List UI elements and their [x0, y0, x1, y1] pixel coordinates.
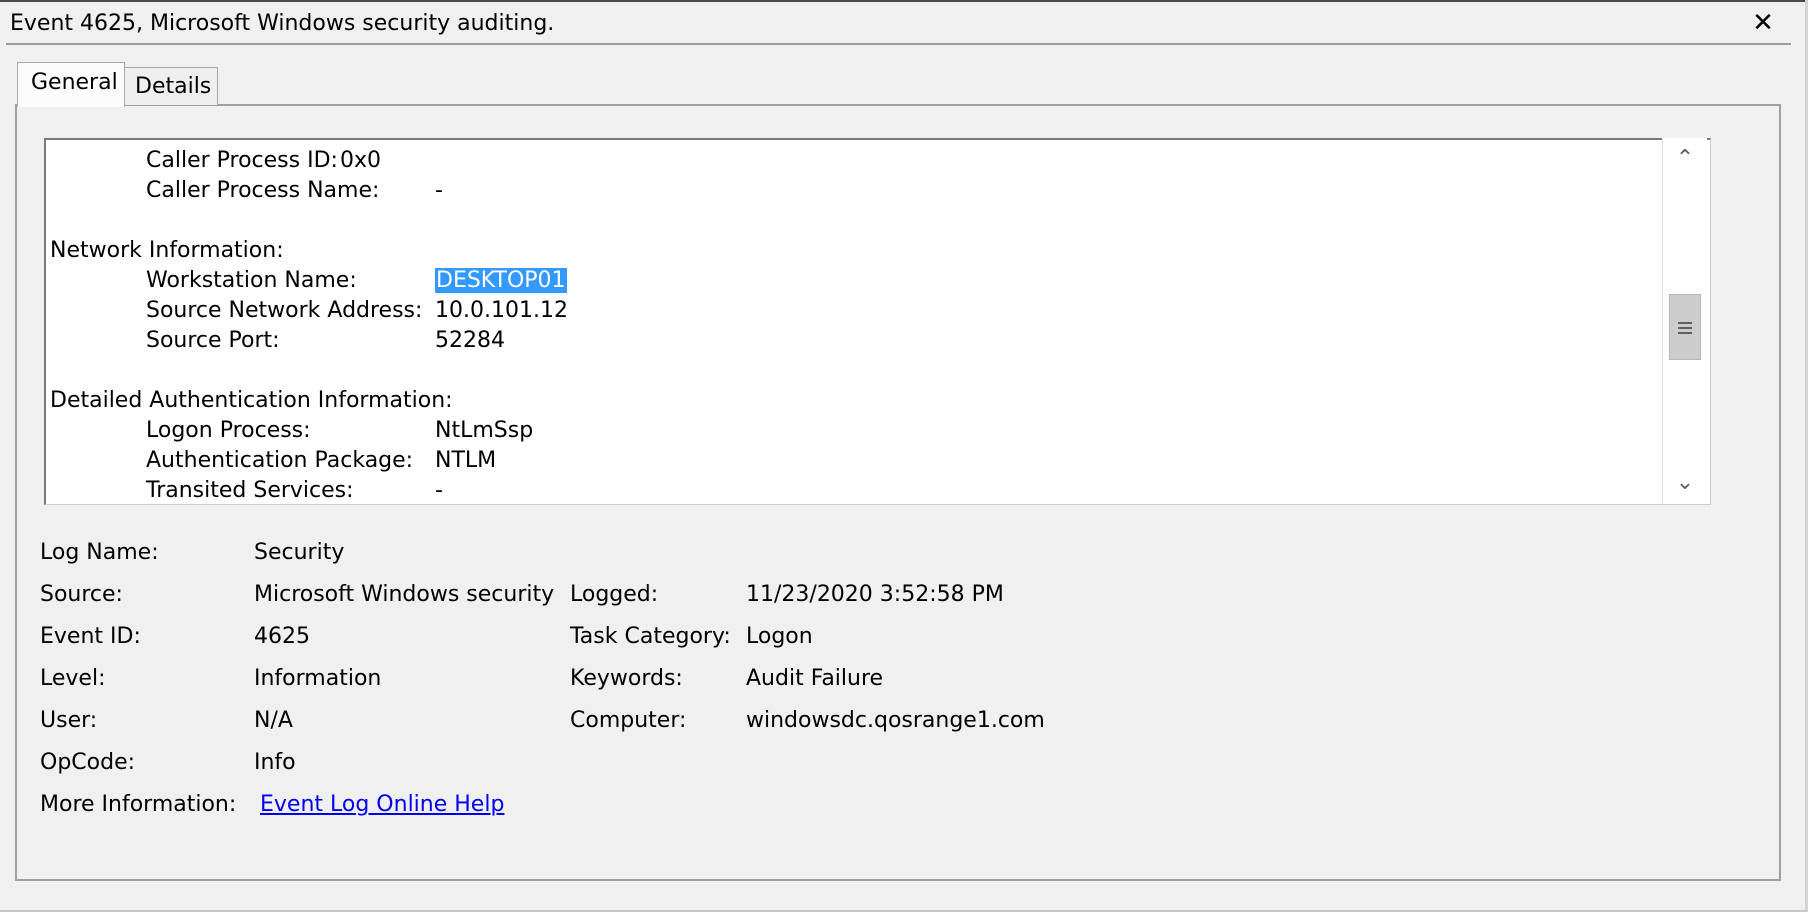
caller-process-id-value: 0x0	[340, 148, 382, 173]
scroll-up-button[interactable]: ⌃	[1663, 142, 1707, 176]
network-information-heading: Network Information:	[50, 238, 284, 263]
detailed-authentication-heading: Detailed Authentication Information:	[50, 388, 453, 413]
tab-general-label: General	[31, 70, 118, 95]
level-value: Information	[254, 666, 382, 691]
event-log-online-help-link[interactable]: Event Log Online Help	[260, 792, 504, 817]
logon-process-label: Logon Process:	[146, 418, 311, 443]
transited-services-value: -	[435, 478, 443, 503]
description-scrollbar[interactable]: ⌃ ⌄	[1662, 138, 1707, 504]
event-id-label: Event ID:	[40, 624, 141, 649]
task-category-label: Task Category:	[570, 624, 731, 649]
logon-process-value: NtLmSsp	[435, 418, 534, 443]
source-port-value: 52284	[435, 328, 505, 353]
source-network-address-label: Source Network Address:	[146, 298, 423, 323]
workstation-name-label: Workstation Name:	[146, 268, 357, 293]
chevron-up-icon: ⌃	[1675, 146, 1695, 171]
task-category-value: Logon	[746, 624, 813, 649]
authentication-package-value: NTLM	[435, 448, 497, 473]
computer-value: windowsdc.qosrange1.com	[746, 708, 1045, 733]
scroll-thumb[interactable]	[1669, 294, 1701, 360]
user-value: N/A	[254, 708, 293, 733]
tab-details-label: Details	[135, 74, 212, 99]
source-port-label: Source Port:	[146, 328, 280, 353]
source-label: Source:	[40, 582, 123, 607]
window-title: Event 4625, Microsoft Windows security a…	[10, 11, 555, 36]
close-button[interactable]: ✕	[1746, 6, 1780, 40]
log-name-value: Security	[254, 540, 345, 565]
logged-label: Logged:	[570, 582, 659, 607]
user-label: User:	[40, 708, 98, 733]
scroll-down-button[interactable]: ⌄	[1663, 466, 1707, 500]
opcode-label: OpCode:	[40, 750, 136, 775]
keywords-value: Audit Failure	[746, 666, 884, 691]
caller-process-name-value: -	[435, 178, 443, 203]
title-bar: Event 4625, Microsoft Windows security a…	[0, 0, 1805, 46]
level-label: Level:	[40, 666, 106, 691]
grip-icon	[1678, 322, 1692, 324]
chevron-down-icon: ⌄	[1675, 470, 1695, 495]
source-network-address-value: 10.0.101.12	[435, 298, 568, 323]
close-icon: ✕	[1752, 8, 1774, 38]
source-value: Microsoft Windows security	[254, 582, 555, 607]
event-description-textbox[interactable]: Caller Process ID: 0x0 Caller Process Na…	[44, 138, 1711, 505]
event-properties-window: Event 4625, Microsoft Windows security a…	[0, 0, 1808, 912]
event-id-value: 4625	[254, 624, 310, 649]
computer-label: Computer:	[570, 708, 687, 733]
log-name-label: Log Name:	[40, 540, 159, 565]
caller-process-name-label: Caller Process Name:	[146, 178, 380, 203]
transited-services-label: Transited Services:	[146, 478, 354, 503]
tab-general[interactable]: General	[17, 62, 125, 107]
workstation-name-value[interactable]: DESKTOP01	[435, 268, 567, 293]
tab-details[interactable]: Details	[124, 67, 218, 105]
logged-value: 11/23/2020 3:52:58 PM	[746, 582, 1004, 607]
more-information-label: More Information:	[40, 792, 237, 817]
caller-process-id-label: Caller Process ID:	[146, 148, 338, 173]
title-separator	[6, 43, 1791, 45]
keywords-label: Keywords:	[570, 666, 683, 691]
opcode-value: Info	[254, 750, 296, 775]
authentication-package-label: Authentication Package:	[146, 448, 414, 473]
